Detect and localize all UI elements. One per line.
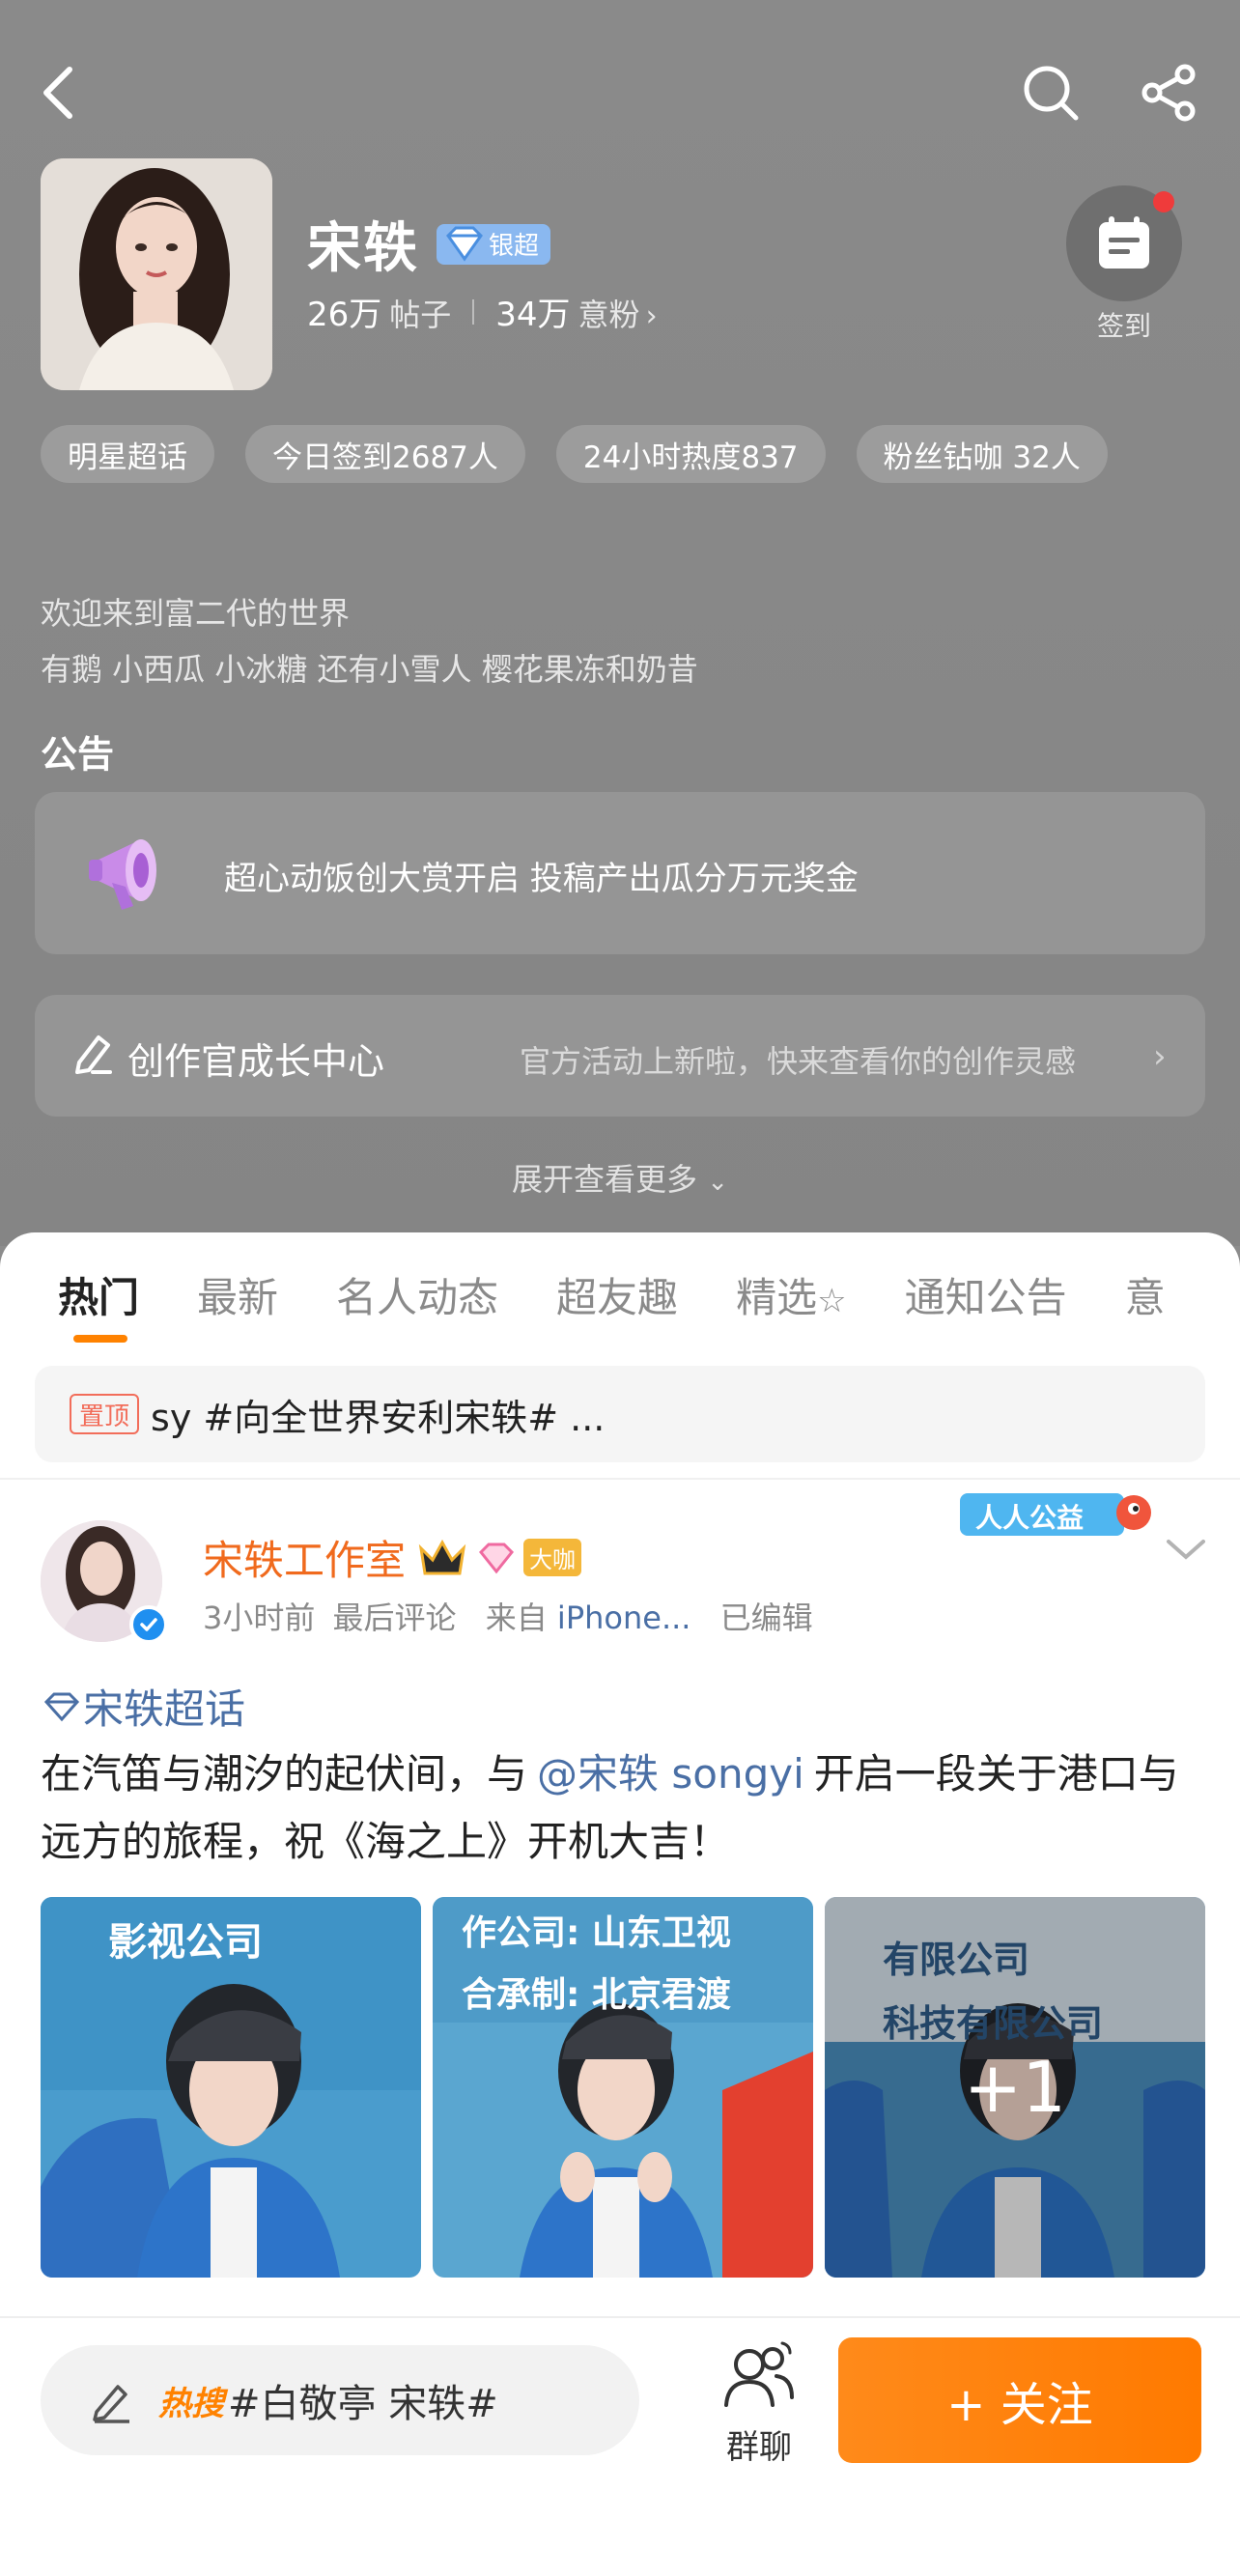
- charity-label: 人人公益: [975, 1502, 1085, 1534]
- notice-heading: 公告: [41, 733, 115, 776]
- creator-center-title: 创作官成长中心: [127, 1040, 385, 1083]
- pinned-text: sy #向全世界安利宋轶# ...: [151, 1396, 606, 1439]
- tag-fan-diamond[interactable]: 粉丝钻咖 32人: [856, 425, 1108, 483]
- tab-selected-label: 精选: [736, 1274, 818, 1321]
- title-row: 宋轶 银超: [307, 205, 551, 283]
- chevron-right-icon: ›: [645, 299, 658, 333]
- author-name-row: 宋轶工作室 大咖: [203, 1528, 582, 1587]
- post-meta: 3小时前 最后评论 来自 iPhone... 已编辑: [203, 1594, 813, 1638]
- intro-line-2: 有鹅 小西瓜 小冰糖 还有小雪人 樱花果冻和奶昔: [41, 651, 698, 688]
- creator-center-subtitle: 官方活动上新啦，快来查看你的创作灵感: [520, 1043, 1077, 1080]
- share-icon[interactable]: [1136, 60, 1201, 126]
- intro-text: 欢迎来到富二代的世界 有鹅 小西瓜 小冰糖 还有小雪人 樱花果冻和奶昔: [41, 585, 698, 697]
- post-images: 影视公司 作公司: 山东卫视 合承制: 北京君渡 有限公司 科技有限公司 +1: [41, 1897, 1205, 2278]
- fans-count: 34万: [495, 296, 571, 334]
- stats-divider: [472, 298, 475, 325]
- expand-more-label: 展开查看更多: [512, 1161, 698, 1198]
- mention-link[interactable]: @宋轶 songyi: [537, 1750, 804, 1798]
- post-body: 在汽笛与潮汐的起伏间，与 @宋轶 songyi 开启一段关于港口与远方的旅程，祝《海…: [41, 1741, 1199, 1876]
- back-icon[interactable]: [29, 62, 87, 124]
- tag-heat[interactable]: 24小时热度837: [555, 425, 826, 483]
- post-source[interactable]: iPhone...: [557, 1599, 691, 1636]
- post-time: 3小时前: [203, 1599, 316, 1636]
- tab-notice[interactable]: 通知公告: [905, 1265, 1067, 1324]
- chevron-down-icon[interactable]: [1165, 1536, 1207, 1567]
- vip-badge: 银超: [437, 223, 551, 265]
- crown-icon: [417, 1539, 467, 1577]
- edited-label: 已编辑: [719, 1599, 813, 1636]
- posts-label: 帖子: [389, 297, 452, 333]
- author-name[interactable]: 宋轶工作室: [203, 1528, 406, 1587]
- group-chat-button[interactable]: 群聊: [711, 2337, 807, 2468]
- last-comment-label: 最后评论: [332, 1599, 457, 1636]
- tab-more[interactable]: 意: [1125, 1265, 1166, 1324]
- topic-label: 宋轶超话: [83, 1685, 246, 1733]
- post-body-pre: 在汽笛与潮汐的起伏间，与: [41, 1750, 528, 1798]
- tag-signin-count[interactable]: 今日签到2687人: [245, 425, 525, 483]
- tab-fun[interactable]: 超友趣: [556, 1265, 678, 1324]
- vip-label: 银超: [489, 232, 540, 261]
- pinned-badge: 置顶: [70, 1394, 140, 1434]
- feed-tabs: 热门 最新 名人动态 超友趣 精选☆ 通知公告 意: [58, 1265, 1224, 1324]
- image-2-text-1: 作公司: 山东卫视: [462, 1913, 731, 1953]
- level-badge: 大咖: [523, 1539, 582, 1576]
- topic-link[interactable]: 宋轶超话: [41, 1677, 245, 1736]
- group-chat-icon: [724, 2341, 794, 2407]
- notice-text[interactable]: 超心动饭创大赏开启 投稿产出瓜分万元奖金: [224, 852, 859, 899]
- section-divider: [0, 1478, 1240, 1480]
- stats-row[interactable]: 26万 帖子 34万 意粉 ›: [307, 288, 658, 335]
- hot-search-label: 热搜: [158, 2384, 224, 2423]
- tab-hot[interactable]: 热门: [58, 1265, 139, 1324]
- diamond-icon: [43, 1692, 80, 1721]
- tab-selected[interactable]: 精选☆: [736, 1265, 847, 1324]
- notification-dot: [1153, 191, 1174, 212]
- diamond-icon: [446, 226, 483, 262]
- signin-label: 签到: [1096, 310, 1151, 342]
- fan-level-icon: [475, 1539, 518, 1577]
- calendar-icon: [1099, 216, 1149, 269]
- megaphone-icon: [79, 817, 187, 925]
- hot-search-text: #白敬亭 宋轶#: [228, 2382, 498, 2426]
- tab-latest[interactable]: 最新: [197, 1265, 278, 1324]
- pen-icon: [70, 1030, 116, 1076]
- chevron-right-icon: ›: [1153, 1037, 1167, 1076]
- supertopic-avatar[interactable]: [41, 158, 272, 390]
- group-chat-label: 群聊: [726, 2428, 792, 2467]
- star-icon: ☆: [817, 1282, 847, 1320]
- more-images-overlay[interactable]: +1: [825, 1897, 1205, 2278]
- post-image-3[interactable]: 有限公司 科技有限公司 +1: [825, 1897, 1205, 2278]
- bottom-bar-divider: [0, 2316, 1240, 2318]
- chevron-down-icon: ⌄: [707, 1168, 728, 1197]
- follow-button[interactable]: + 关注: [838, 2337, 1201, 2463]
- tag-star-supertopic[interactable]: 明星超话: [41, 425, 214, 483]
- page-title: 宋轶: [307, 217, 419, 280]
- tags-row: 明星超话 今日签到2687人 24小时热度837 粉丝钻咖 32人: [41, 425, 1108, 483]
- source-prefix: 来自: [485, 1599, 548, 1636]
- image-1-text: 影视公司: [108, 1920, 263, 1965]
- charity-badge[interactable]: 人人公益: [956, 1486, 1155, 1542]
- post-image-1[interactable]: 影视公司: [41, 1897, 421, 2278]
- hot-search-bar[interactable]: 热搜 #白敬亭 宋轶#: [41, 2345, 639, 2455]
- fans-label: 意粉: [578, 297, 640, 333]
- intro-line-1: 欢迎来到富二代的世界: [41, 595, 351, 632]
- tab-celebrity[interactable]: 名人动态: [336, 1265, 498, 1324]
- active-tab-indicator: [73, 1335, 127, 1343]
- pinned-post[interactable]: 置顶 sy #向全世界安利宋轶# ...: [35, 1366, 1205, 1462]
- posts-count: 26万: [307, 296, 382, 334]
- expand-more-button[interactable]: 展开查看更多 ⌄: [0, 1155, 1240, 1200]
- post-image-2[interactable]: 作公司: 山东卫视 合承制: 北京君渡: [433, 1897, 813, 2278]
- edit-icon: [93, 2385, 129, 2423]
- image-2-text-2: 合承制: 北京君渡: [462, 1975, 731, 2015]
- search-icon[interactable]: [1018, 60, 1084, 126]
- verified-badge-icon: [129, 1605, 168, 1644]
